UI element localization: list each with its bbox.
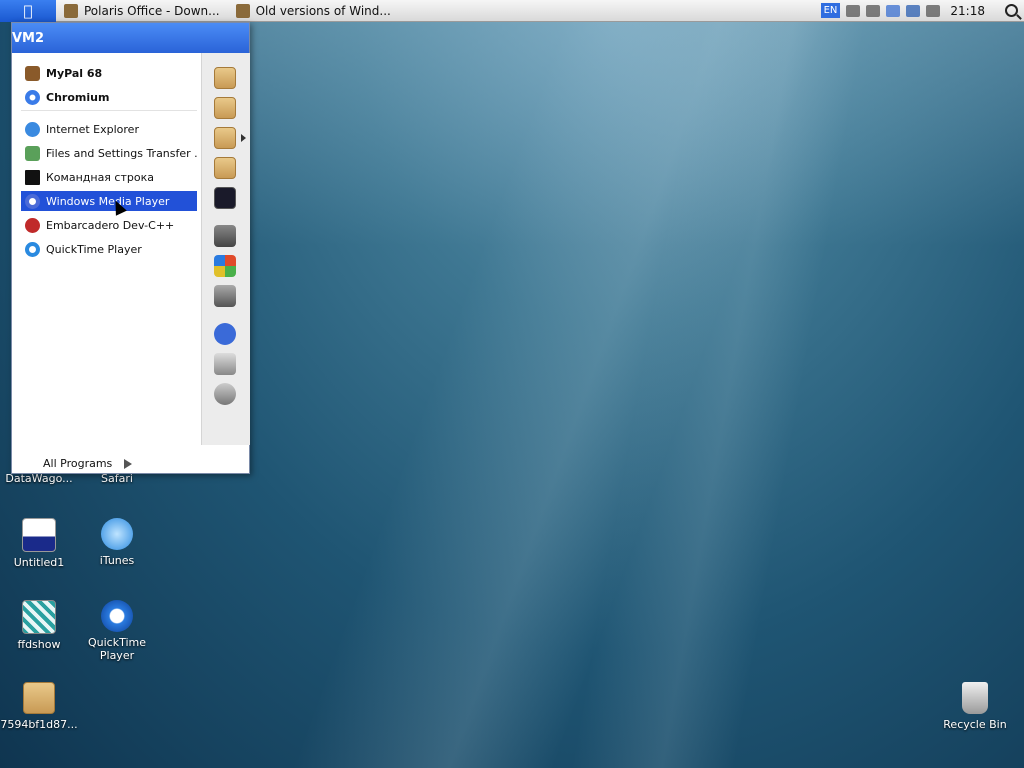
menu-item-label: Internet Explorer	[46, 122, 139, 136]
icon-label: iTunes	[99, 554, 135, 567]
menu-item-command-prompt[interactable]: Командная строка	[21, 167, 197, 187]
settings-icon[interactable]	[214, 383, 236, 405]
computer-icon[interactable]	[214, 187, 236, 209]
pictures-icon[interactable]	[214, 127, 236, 149]
clock[interactable]: 21:18	[950, 4, 985, 18]
search-icon[interactable]	[214, 353, 236, 375]
menu-item-label: Chromium	[46, 90, 110, 104]
search-icon[interactable]	[1005, 4, 1018, 17]
desktop-icon-recycle-bin[interactable]: Recycle Bin	[936, 682, 1014, 731]
app-icon	[64, 3, 78, 18]
internet-explorer-icon	[25, 121, 40, 137]
menu-item-files-settings-transfer[interactable]: Files and Settings Transfer ...	[21, 143, 197, 163]
transfer-icon	[25, 145, 40, 161]
icon-label: Recycle Bin	[943, 718, 1007, 731]
menu-item-mypal[interactable]: MyPal 68	[21, 63, 197, 83]
volume-icon[interactable]	[866, 4, 881, 17]
apple-icon: 	[23, 2, 32, 20]
documents-icon[interactable]	[214, 67, 236, 89]
taskbar-item-old-versions[interactable]: Old versions of Wind...	[228, 0, 399, 22]
ffdshow-icon	[22, 600, 56, 634]
recycle-bin-icon	[962, 682, 988, 714]
eject-icon[interactable]	[886, 4, 901, 17]
music-icon[interactable]	[214, 157, 236, 179]
folder-icon	[23, 682, 55, 714]
menu-item-label: MyPal 68	[46, 66, 103, 80]
icon-label: QuickTime Player	[87, 636, 147, 662]
language-indicator[interactable]: EN	[820, 3, 841, 18]
desktop-icon-folder[interactable]: 7594bf1d87...	[0, 682, 78, 731]
all-programs-label: All Programs	[43, 457, 113, 470]
start-menu-programs: MyPal 68 Chromium Internet Explorer File…	[12, 53, 201, 473]
display-icon[interactable]	[906, 4, 921, 17]
printers-icon[interactable]	[214, 285, 236, 307]
menu-item-label: QuickTime Player	[46, 242, 142, 256]
task-label: Polaris Office - Down...	[84, 3, 220, 18]
top-menu-bar:  Polaris Office - Down... Old versions …	[0, 0, 1024, 22]
app-icon	[235, 3, 250, 18]
desktop-icon-quicktime[interactable]: QuickTime Player	[78, 600, 156, 662]
quicktime-icon	[101, 600, 133, 632]
start-menu: VM2 MyPal 68 Chromium Internet Explorer …	[11, 22, 250, 474]
keyboard-icon[interactable]	[846, 4, 861, 17]
menu-item-label: Командная строка	[46, 170, 154, 184]
start-menu-places	[201, 53, 250, 445]
desktop-icon-itunes[interactable]: iTunes	[78, 518, 156, 567]
system-tray: EN 21:18	[820, 0, 1024, 22]
menu-item-internet-explorer[interactable]: Internet Explorer	[21, 119, 197, 139]
menu-item-chromium[interactable]: Chromium	[21, 87, 197, 107]
all-programs-button[interactable]: All Programs	[43, 457, 133, 470]
quicktime-icon	[25, 241, 40, 257]
command-prompt-icon	[25, 169, 40, 185]
itunes-icon	[101, 518, 133, 550]
submenu-arrow-icon	[241, 134, 246, 142]
icon-label: Untitled1	[13, 556, 65, 569]
arrow-right-icon	[124, 458, 133, 469]
taskbar-item-polaris[interactable]: Polaris Office - Down...	[56, 0, 228, 22]
task-label: Old versions of Wind...	[255, 3, 391, 18]
devcpp-icon	[25, 217, 40, 233]
desktop-icon-ffdshow[interactable]: ffdshow	[0, 600, 78, 651]
media-player-icon	[25, 193, 40, 209]
menu-item-quicktime[interactable]: QuickTime Player	[21, 239, 197, 259]
recent-items-icon[interactable]	[214, 97, 236, 119]
desktop-wallpaper	[250, 22, 1024, 768]
cpp-file-icon	[22, 518, 56, 552]
menu-item-label: Embarcadero Dev-C++	[46, 218, 175, 232]
windows-update-icon[interactable]	[214, 255, 236, 277]
mypal-icon	[25, 65, 40, 81]
menu-item-label: Files and Settings Transfer ...	[46, 146, 197, 160]
network-icon[interactable]	[926, 4, 941, 17]
menu-item-windows-media-player[interactable]: Windows Media Player	[21, 191, 197, 211]
help-icon[interactable]	[214, 323, 236, 345]
icon-label: ffdshow	[17, 638, 61, 651]
menu-item-label: Windows Media Player	[46, 194, 170, 208]
desktop-icon-untitled1[interactable]: Untitled1	[0, 518, 78, 569]
chromium-icon	[25, 89, 40, 105]
start-menu-header: VM2	[12, 23, 249, 53]
control-panel-icon[interactable]	[214, 225, 236, 247]
apple-menu-button[interactable]: 	[0, 0, 56, 22]
menu-separator	[21, 110, 197, 111]
icon-label: 7594bf1d87...	[0, 718, 78, 731]
menu-item-embarcadero-devcpp[interactable]: Embarcadero Dev-C++	[21, 215, 197, 235]
